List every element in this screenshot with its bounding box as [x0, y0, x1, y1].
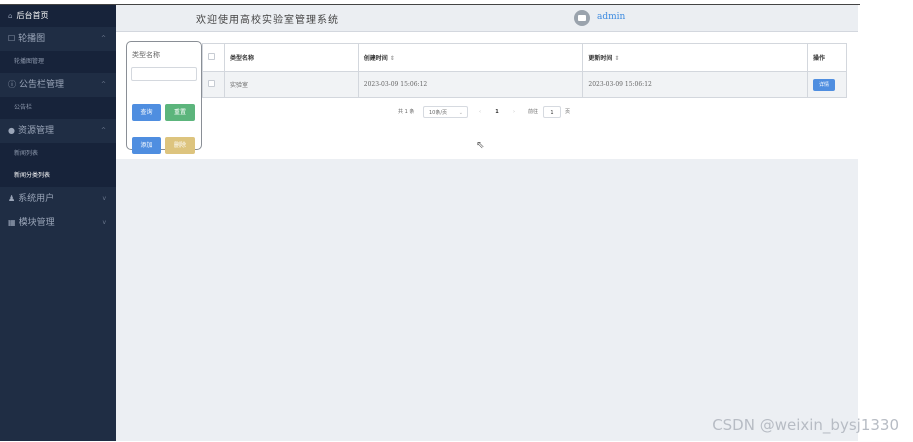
cell-actions: 详情	[807, 71, 847, 98]
sidebar-group-label: 轮播图	[18, 34, 46, 44]
type-name-label: 类型名称	[132, 51, 160, 59]
sidebar-group-system-users[interactable]: ♟ 系统用户 v	[0, 187, 116, 211]
chevron-up-icon: ^	[100, 81, 106, 88]
table-row[interactable]: 实验室 2023-03-09 15:06:12 2023-03-09 15:06…	[202, 71, 847, 98]
column-header-label: 创建时间	[363, 55, 388, 62]
goto-page-input[interactable]: 1	[543, 106, 561, 118]
add-button[interactable]: 添加	[132, 137, 161, 154]
page-number-current[interactable]: 1	[491, 106, 503, 118]
content-panel: 类型名称 查询 重置 添加 删除 类型名称 创建时间 ⇕ 更新时间 ⇕ 操作 实…	[116, 33, 858, 159]
search-form: 类型名称 查询 重置 添加 删除	[126, 41, 202, 154]
chevron-up-icon: ^	[100, 35, 106, 42]
info-circle-icon: ⓘ	[8, 80, 16, 89]
main-content: 类型名称 查询 重置 添加 删除 类型名称 创建时间 ⇕ 更新时间 ⇕ 操作 实…	[116, 33, 858, 441]
sort-icon[interactable]: ⇕	[390, 55, 395, 62]
prev-page-button[interactable]: ‹	[474, 106, 486, 118]
next-page-button[interactable]: ›	[508, 106, 520, 118]
select-all-cell	[202, 43, 225, 72]
select-all-checkbox[interactable]	[208, 53, 215, 60]
avatar[interactable]	[574, 10, 590, 26]
sidebar-group-resources[interactable]: ● 资源管理 ^	[0, 119, 116, 143]
sidebar-group-carousel[interactable]: ☐ 轮播图 ^	[0, 27, 116, 51]
chevron-down-icon: v	[102, 219, 106, 226]
sidebar-item-news-category-list[interactable]: 新闻分类列表	[0, 165, 116, 187]
column-header-created-time[interactable]: 创建时间 ⇕	[357, 43, 584, 72]
chevron-down-icon: ⌄	[458, 110, 463, 116]
pagination-total: 共 1 条	[398, 109, 415, 115]
sidebar-group-label: 资源管理	[17, 126, 54, 136]
page-unit-label: 页	[565, 109, 571, 115]
watermark: CSDN @weixin_bysj1330	[712, 416, 899, 434]
delete-button[interactable]: 删除	[165, 137, 195, 154]
sidebar-item-label: 后台首页	[16, 11, 49, 20]
reset-button[interactable]: 重置	[165, 104, 195, 121]
app-window: ⌂ 后台首页 ☐ 轮播图 ^ 轮播图管理 ⓘ 公告栏管理 ^ 公告栏 ● 资源管理 ^ …	[0, 0, 913, 442]
column-header-actions: 操作	[807, 43, 847, 72]
username-link[interactable]: admin	[597, 12, 625, 22]
sort-icon[interactable]: ⇕	[614, 55, 619, 62]
sidebar-item-home[interactable]: ⌂ 后台首页	[0, 5, 116, 27]
sidebar: ⌂ 后台首页 ☐ 轮播图 ^ 轮播图管理 ⓘ 公告栏管理 ^ 公告栏 ● 资源管理 ^ …	[0, 5, 116, 441]
sidebar-group-label: 模块管理	[18, 218, 55, 228]
top-header: 欢迎使用高校实验室管理系统 admin	[116, 5, 858, 32]
detail-button[interactable]: 详情	[813, 78, 836, 91]
sidebar-item-news-list[interactable]: 新闻列表	[0, 143, 116, 165]
sidebar-group-modules[interactable]: ▦ 模块管理 v	[0, 211, 116, 235]
image-icon: ☐	[8, 34, 16, 43]
location-pin-icon: ●	[8, 126, 15, 135]
sidebar-group-label: 系统用户	[18, 194, 55, 204]
page-size-value: 10条/页	[429, 110, 448, 116]
cell-created-time: 2023-03-09 15:06:12	[357, 71, 584, 98]
goto-label: 前往	[528, 109, 539, 115]
table-header-row: 类型名称 创建时间 ⇕ 更新时间 ⇕ 操作	[202, 43, 847, 72]
column-header-type-name[interactable]: 类型名称	[223, 43, 359, 72]
chevron-up-icon: ^	[100, 127, 106, 134]
mouse-cursor-icon: ⇖	[476, 140, 485, 151]
cell-updated-time: 2023-03-09 15:06:12	[582, 71, 808, 98]
page-title: 欢迎使用高校实验室管理系统	[196, 15, 339, 26]
row-checkbox[interactable]	[208, 80, 215, 87]
type-name-input[interactable]	[131, 67, 197, 81]
column-header-updated-time[interactable]: 更新时间 ⇕	[582, 43, 808, 72]
row-select-cell	[202, 71, 225, 98]
sidebar-item-carousel-manage[interactable]: 轮播图管理	[0, 51, 116, 73]
chevron-down-icon: v	[102, 195, 106, 202]
page-size-select[interactable]: 10条/页 ⌄	[423, 106, 468, 118]
query-button[interactable]: 查询	[132, 104, 161, 121]
cell-type-name: 实验室	[223, 71, 359, 98]
column-header-label: 更新时间	[588, 55, 613, 62]
home-icon: ⌂	[8, 12, 13, 20]
user-icon: ♟	[8, 194, 16, 203]
grid-icon: ▦	[8, 218, 16, 227]
sidebar-item-notice[interactable]: 公告栏	[0, 97, 116, 119]
sidebar-group-notice[interactable]: ⓘ 公告栏管理 ^	[0, 73, 116, 97]
data-table: 类型名称 创建时间 ⇕ 更新时间 ⇕ 操作 实验室 2023-03-09 15:06…	[202, 43, 847, 98]
sidebar-group-label: 公告栏管理	[19, 80, 65, 90]
